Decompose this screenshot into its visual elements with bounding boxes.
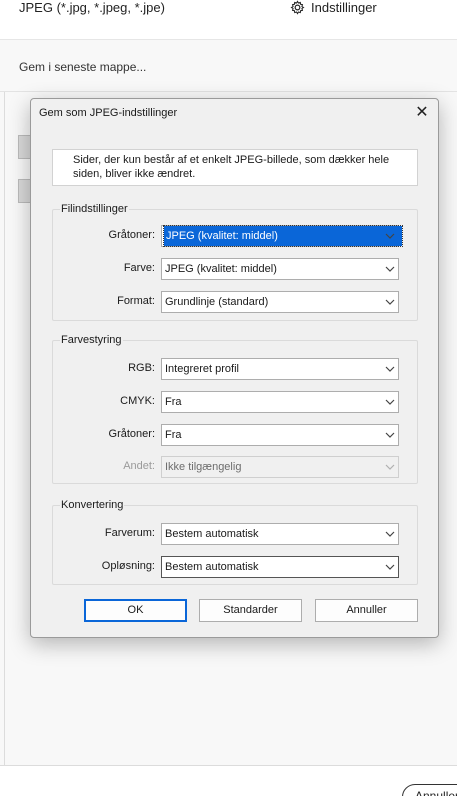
- format-row: Format: Grundlinje (standard): [53, 291, 417, 313]
- other-row: Andet: Ikke tilgængelig: [53, 456, 417, 478]
- chevron-down-icon: [385, 266, 395, 272]
- chevron-down-icon: [385, 564, 395, 570]
- settings-button[interactable]: Indstillinger: [290, 0, 377, 15]
- cancel-button[interactable]: Annuller: [315, 599, 418, 622]
- cmyk-label: CMYK:: [120, 395, 155, 407]
- grayscale-profile-select[interactable]: Fra: [161, 424, 399, 446]
- cmyk-row: CMYK: Fra: [53, 391, 417, 413]
- dialog-titlebar: Gem som JPEG-indstillinger ✕: [31, 99, 438, 129]
- grayscale-profile-value: Fra: [165, 429, 182, 441]
- colorspace-label: Farverum:: [104, 527, 155, 539]
- other-select: Ikke tilgængelig: [161, 456, 399, 478]
- color-select[interactable]: JPEG (kvalitet: middel): [161, 258, 399, 280]
- grayscale-row: Gråtoner: JPEG (kvalitet: middel): [53, 225, 417, 247]
- chevron-down-icon: [385, 464, 395, 470]
- cmyk-value: Fra: [165, 396, 182, 408]
- file-settings-group: Filindstillinger Gråtoner: JPEG (kvalite…: [52, 203, 418, 321]
- chevron-down-icon: [385, 299, 395, 305]
- dialog-title: Gem som JPEG-indstillinger: [39, 107, 178, 119]
- group-label: Filindstillinger: [60, 203, 129, 215]
- colorspace-value: Bestem automatisk: [165, 528, 259, 540]
- colorspace-row: Farverum: Bestem automatisk: [53, 523, 417, 545]
- format-value: Grundlinje (standard): [165, 296, 269, 308]
- color-value: JPEG (kvalitet: middel): [165, 263, 277, 275]
- conversion-group: Konvertering Farverum: Bestem automatisk…: [52, 499, 418, 585]
- group-label: Konvertering: [60, 499, 125, 511]
- ok-button[interactable]: OK: [84, 599, 187, 622]
- other-label: Andet:: [123, 460, 155, 472]
- gear-icon: [290, 0, 305, 15]
- format-select[interactable]: Grundlinje (standard): [161, 291, 399, 313]
- chevron-down-icon: [385, 233, 395, 239]
- rgb-value: Integreret profil: [165, 363, 239, 375]
- grayscale-profile-label: Gråtoner:: [108, 428, 155, 440]
- colorspace-select[interactable]: Bestem automatisk: [161, 523, 399, 545]
- resolution-select[interactable]: Bestem automatisk: [161, 556, 399, 578]
- settings-label: Indstillinger: [311, 0, 377, 15]
- grayscale-value: JPEG (kvalitet: middel): [163, 225, 403, 247]
- info-text: Sider, der kun består af et enkelt JPEG-…: [52, 149, 418, 186]
- recent-folder-link[interactable]: Gem i seneste mappe...: [19, 60, 146, 74]
- cmyk-select[interactable]: Fra: [161, 391, 399, 413]
- defaults-button[interactable]: Standarder: [199, 599, 302, 622]
- chevron-down-icon: [385, 399, 395, 405]
- grayscale-profile-row: Gråtoner: Fra: [53, 424, 417, 446]
- resolution-value: Bestem automatisk: [165, 561, 259, 573]
- grayscale-label: Gråtoner:: [108, 229, 155, 241]
- file-type-label[interactable]: JPEG (*.jpg, *.jpeg, *.jpe): [19, 0, 165, 15]
- other-value: Ikke tilgængelig: [165, 461, 242, 473]
- color-row: Farve: JPEG (kvalitet: middel): [53, 258, 417, 280]
- jpeg-settings-dialog: Gem som JPEG-indstillinger ✕ Sider, der …: [30, 98, 439, 638]
- color-label: Farve:: [123, 262, 155, 274]
- close-icon[interactable]: ✕: [414, 105, 430, 121]
- resolution-row: Opløsning: Bestem automatisk: [53, 556, 417, 578]
- grayscale-select[interactable]: JPEG (kvalitet: middel): [161, 225, 403, 247]
- save-as-header: JPEG (*.jpg, *.jpeg, *.jpe) Indstillinge…: [0, 0, 457, 40]
- rgb-select[interactable]: Integreret profil: [161, 358, 399, 380]
- chevron-down-icon: [385, 366, 395, 372]
- rgb-row: RGB: Integreret profil: [53, 358, 417, 380]
- divider: [4, 92, 5, 765]
- background-cancel-button[interactable]: Annuller: [402, 784, 457, 796]
- rgb-label: RGB:: [128, 362, 155, 374]
- chevron-down-icon: [385, 432, 395, 438]
- chevron-down-icon: [385, 531, 395, 537]
- group-label: Farvestyring: [60, 334, 123, 346]
- color-management-group: Farvestyring RGB: Integreret profil CMYK…: [52, 334, 418, 484]
- format-label: Format:: [117, 295, 155, 307]
- divider: [0, 91, 457, 92]
- resolution-label: Opløsning:: [101, 560, 155, 572]
